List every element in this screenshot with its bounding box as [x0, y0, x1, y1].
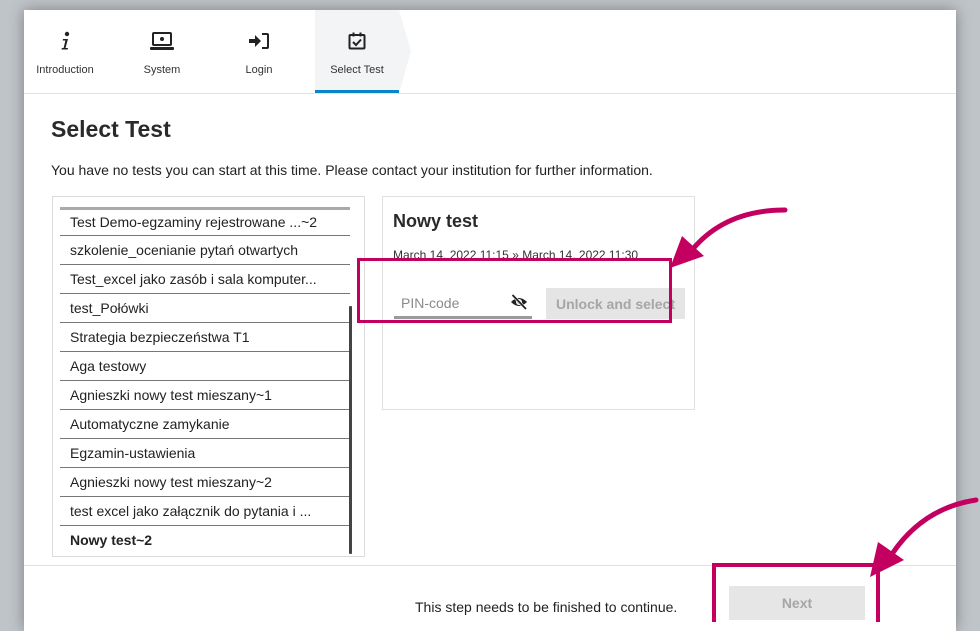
callout-arrow-pin	[670, 207, 788, 268]
test-list-item[interactable]: Strategia bezpieczeństwa T1	[60, 323, 350, 352]
callout-arrow-next	[870, 497, 979, 577]
test-list-item[interactable]: Egzamin-ustawienia	[60, 439, 350, 468]
step-label: Login	[245, 64, 273, 76]
step-login[interactable]: Login	[232, 10, 286, 93]
laptop-icon	[150, 30, 174, 52]
sign-in-icon	[249, 30, 269, 52]
step-label: System	[143, 64, 181, 76]
step-select-test[interactable]: Select Test	[315, 10, 411, 93]
test-list-item[interactable]: Agnieszki nowy test mieszany~2	[60, 468, 350, 497]
test-list-item-selected[interactable]: Nowy test~2	[60, 526, 350, 554]
test-list: Test Demo-egzaminy rejestrowane ...~2 sz…	[60, 207, 350, 554]
info-icon	[58, 30, 72, 52]
test-detail-title: Nowy test	[393, 211, 479, 231]
test-list-item[interactable]: Aga testowy	[60, 352, 350, 381]
test-list-item[interactable]: Test_excel jako zasób i sala komputer...	[60, 265, 350, 294]
pin-highlight-box	[357, 258, 672, 323]
test-list-item[interactable]: Test Demo-egzaminy rejestrowane ...~2	[60, 207, 350, 236]
test-list-scrollbar[interactable]	[349, 306, 352, 554]
steps-bar: Introduction System Login Select Test	[24, 10, 956, 94]
test-list-item[interactable]: szkolenie_ocenianie pytań otwartych	[60, 236, 350, 265]
test-list-panel: Test Demo-egzaminy rejestrowane ...~2 sz…	[52, 196, 365, 557]
active-step-indicator	[315, 90, 399, 93]
page-title: Select Test	[51, 116, 171, 142]
step-introduction[interactable]: Introduction	[24, 10, 106, 93]
test-list-item[interactable]: test_Połówki	[60, 294, 350, 323]
test-list-item[interactable]: Automatyczne zamykanie	[60, 410, 350, 439]
footer-message: This step needs to be finished to contin…	[415, 599, 678, 615]
calendar-check-icon	[348, 30, 366, 52]
test-list-item[interactable]: test excel jako załącznik do pytania i .…	[60, 497, 350, 526]
test-list-item[interactable]: Agnieszki nowy test mieszany~1	[60, 381, 350, 410]
step-system[interactable]: System	[134, 10, 190, 93]
step-label: Introduction	[36, 64, 94, 76]
step-label: Select Test	[330, 64, 384, 76]
info-message: You have no tests you can start at this …	[51, 162, 653, 178]
